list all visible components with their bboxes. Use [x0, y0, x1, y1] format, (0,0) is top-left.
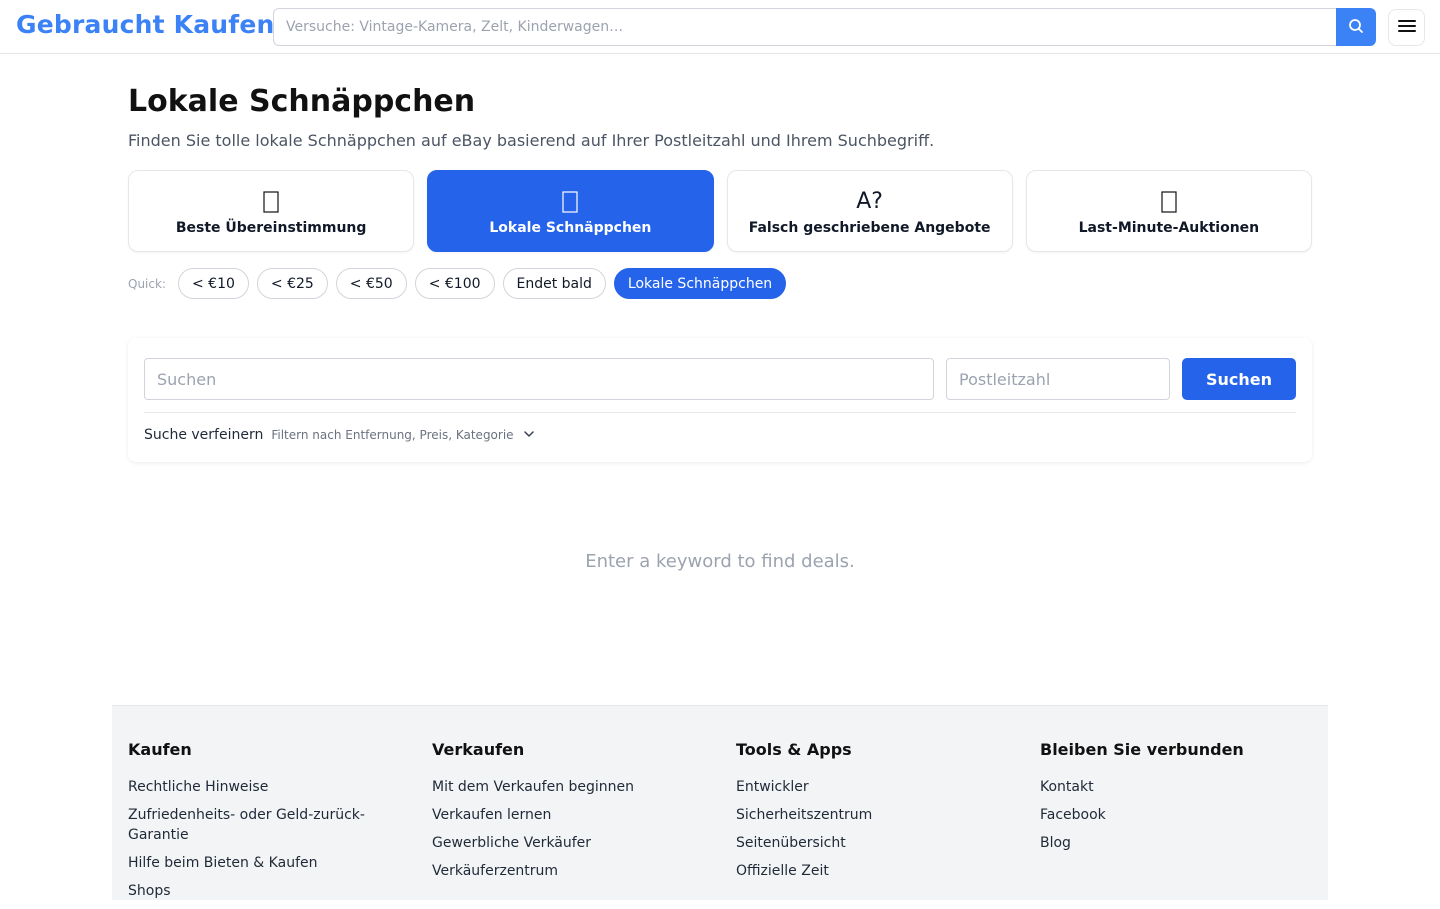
mode-card-label: Falsch geschriebene Angebote	[748, 219, 991, 236]
footer-link[interactable]: Offizielle Zeit	[736, 861, 1006, 881]
footer-column-title: Tools & Apps	[736, 740, 852, 759]
misspelling-icon: A?	[856, 189, 883, 214]
footer-link[interactable]: Hilfe beim Bieten & Kaufen	[128, 853, 398, 873]
footer-column-sell: Verkaufen Mit dem Verkaufen beginnen Ver…	[432, 740, 702, 889]
footer-link[interactable]: Gewerbliche Verkäufer	[432, 833, 702, 853]
brand-logo[interactable]: Gebraucht Kaufen	[16, 10, 275, 39]
footer-link[interactable]: Shops	[128, 881, 398, 901]
page-title: Lokale Schnäppchen	[128, 84, 476, 119]
footer-column-buy: Kaufen Rechtliche Hinweise Zufriedenheit…	[128, 740, 398, 909]
footer-link[interactable]: Facebook	[1040, 805, 1310, 825]
clock-icon	[1159, 187, 1179, 217]
menu-button[interactable]	[1388, 9, 1425, 46]
hamburger-menu-icon	[1397, 19, 1416, 36]
footer-link[interactable]: Blog	[1040, 833, 1310, 853]
footer-link[interactable]: Kontakt	[1040, 777, 1310, 797]
target-icon	[261, 187, 281, 217]
search-button[interactable]: Suchen	[1182, 358, 1296, 400]
quick-label: Quick:	[128, 276, 166, 291]
footer-link[interactable]: Verkäuferzentrum	[432, 861, 702, 881]
header-search-input[interactable]	[273, 8, 1336, 46]
quick-chip-under-10[interactable]: < €10	[177, 268, 249, 299]
footer-column-tools: Tools & Apps Entwickler Sicherheitszentr…	[736, 740, 1006, 889]
mode-card-label: Last-Minute-Auktionen	[1078, 219, 1260, 236]
footer-column-title: Kaufen	[128, 740, 192, 759]
quick-chip-under-100[interactable]: < €100	[414, 268, 495, 299]
quick-chip-ending-soon[interactable]: Endet bald	[502, 268, 606, 299]
footer-link[interactable]: Sicherheitszentrum	[736, 805, 1006, 825]
header-search-button[interactable]	[1336, 8, 1376, 46]
footer-link[interactable]: Entwickler	[736, 777, 1006, 797]
zip-code-input[interactable]	[946, 358, 1170, 400]
empty-state-message: Enter a keyword to find deals.	[585, 551, 855, 572]
mode-card-best-match[interactable]: Beste Übereinstimmung	[128, 170, 415, 252]
keyword-input[interactable]	[144, 358, 934, 400]
footer-link[interactable]: Verkaufen lernen	[432, 805, 702, 825]
footer-column-connect: Bleiben Sie verbunden Kontakt Facebook B…	[1040, 740, 1310, 861]
mode-card-label: Lokale Schnäppchen	[489, 219, 652, 236]
search-mode-cards: Beste Übereinstimmung Lokale Schnäppchen…	[128, 170, 1312, 252]
footer-link[interactable]: Zufriedenheits- oder Geld-zurück-Garanti…	[128, 805, 398, 845]
refine-search-toggle[interactable]: Suche verfeinern Filtern nach Entfernung…	[144, 424, 536, 446]
quick-chip-under-50[interactable]: < €50	[335, 268, 407, 299]
footer-link[interactable]: Rechtliche Hinweise	[128, 777, 398, 797]
footer-column-title: Bleiben Sie verbunden	[1040, 740, 1244, 759]
mode-card-misspelled[interactable]: A? Falsch geschriebene Angebote	[726, 170, 1013, 252]
quick-chip-local-deals[interactable]: Lokale Schnäppchen	[613, 268, 787, 299]
quick-filters: Quick: < €10 < €25 < €50 < €100 Endet ba…	[128, 268, 787, 299]
refine-hint: Filtern nach Entfernung, Preis, Kategori…	[271, 428, 514, 442]
search-panel: Suchen Suche verfeinern Filtern nach Ent…	[128, 338, 1312, 462]
chevron-down-icon	[522, 426, 536, 445]
refine-title: Suche verfeinern	[144, 427, 264, 443]
footer-column-title: Verkaufen	[432, 740, 525, 759]
mode-card-local-deals[interactable]: Lokale Schnäppchen	[427, 170, 714, 252]
top-bar: Gebraucht Kaufen	[0, 0, 1440, 54]
page-subtitle: Finden Sie tolle lokale Schnäppchen auf …	[128, 131, 935, 150]
footer-link[interactable]: Seitenübersicht	[736, 833, 1006, 853]
mode-card-last-minute[interactable]: Last-Minute-Auktionen	[1025, 170, 1312, 252]
mode-card-label: Beste Übereinstimmung	[175, 219, 367, 236]
quick-chip-under-25[interactable]: < €25	[256, 268, 328, 299]
location-pin-icon	[560, 187, 580, 217]
footer-link[interactable]: Mit dem Verkaufen beginnen	[432, 777, 702, 797]
search-icon	[1348, 18, 1364, 37]
footer: Kaufen Rechtliche Hinweise Zufriedenheit…	[112, 705, 1328, 900]
divider	[144, 412, 1296, 413]
